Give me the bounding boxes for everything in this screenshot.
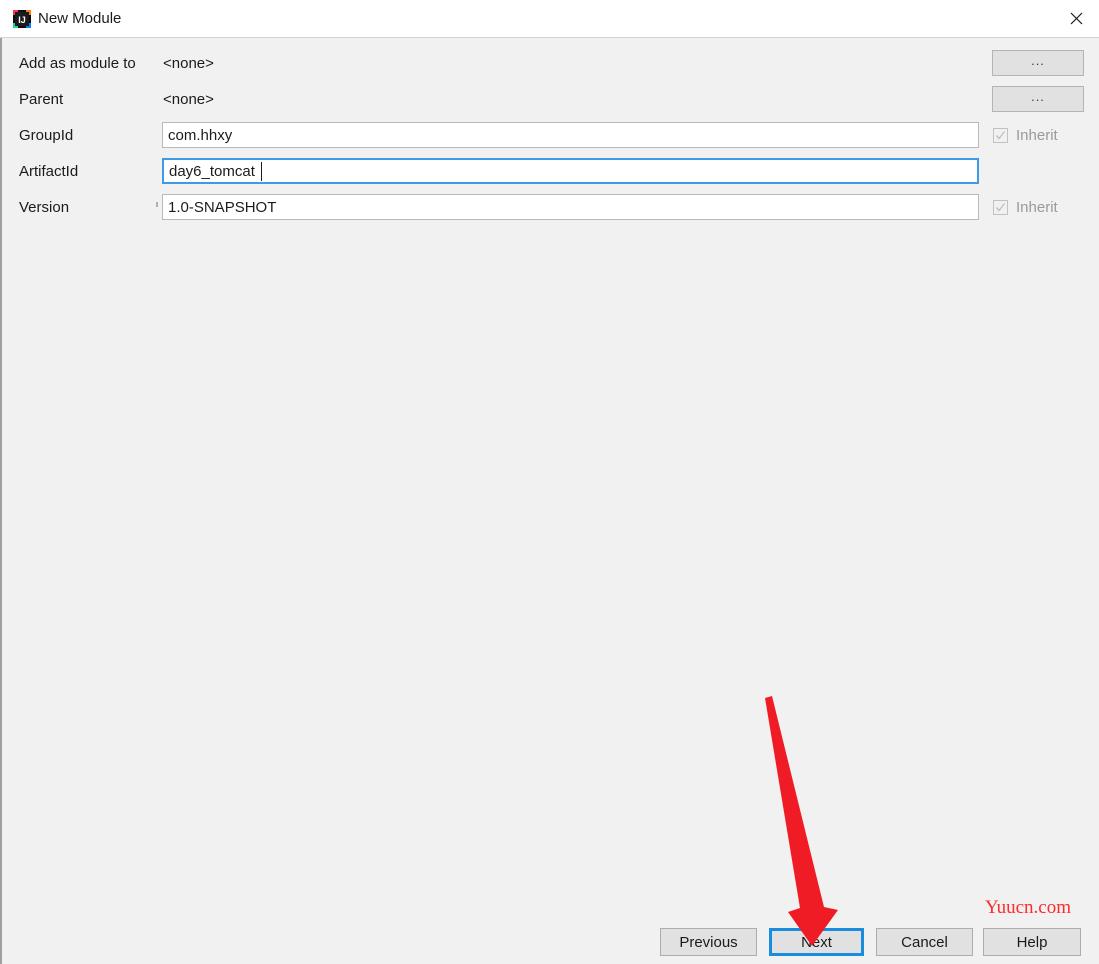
inherit-groupid[interactable]: Inherit [993,127,1058,144]
artifactid-input[interactable] [162,158,979,184]
inherit-label-groupid: Inherit [1016,127,1058,144]
browse-button-add-as-module-to[interactable]: ... [992,50,1084,76]
label-parent: Parent [19,91,64,108]
checkbox-icon[interactable] [993,200,1008,215]
checkbox-icon[interactable] [993,128,1008,143]
inherit-label-version: Inherit [1016,199,1058,216]
label-add-as-module-to: Add as module to [19,55,136,72]
value-parent: <none> [163,91,214,108]
browse-button-parent[interactable]: ... [992,86,1084,112]
dialog-content: Add as module to <none> ... Parent <none… [0,38,1099,964]
new-module-dialog: IJ New Module Add as module to <none> ..… [0,0,1099,964]
next-button[interactable]: Next [769,928,864,956]
inherit-version[interactable]: Inherit [993,199,1058,216]
label-artifactid: ArtifactId [19,163,79,180]
groupid-input[interactable] [162,122,979,148]
value-add-as-module-to: <none> [163,55,214,72]
label-version: Version [19,199,70,216]
dialog-titlebar: IJ New Module [0,0,1099,38]
text-caret [261,162,262,181]
version-input[interactable] [162,194,979,220]
cancel-button[interactable]: Cancel [876,928,973,956]
help-button[interactable]: Help [983,928,1081,956]
watermark-text: Yuucn.com [985,897,1072,918]
dialog-title: New Module [38,10,122,27]
close-icon[interactable] [1053,0,1099,37]
field-tick-artifact [156,202,158,207]
previous-button[interactable]: Previous [660,928,757,956]
label-groupid: GroupId [19,127,74,144]
svg-text:IJ: IJ [18,15,26,25]
intellij-idea-icon: IJ [12,9,32,29]
